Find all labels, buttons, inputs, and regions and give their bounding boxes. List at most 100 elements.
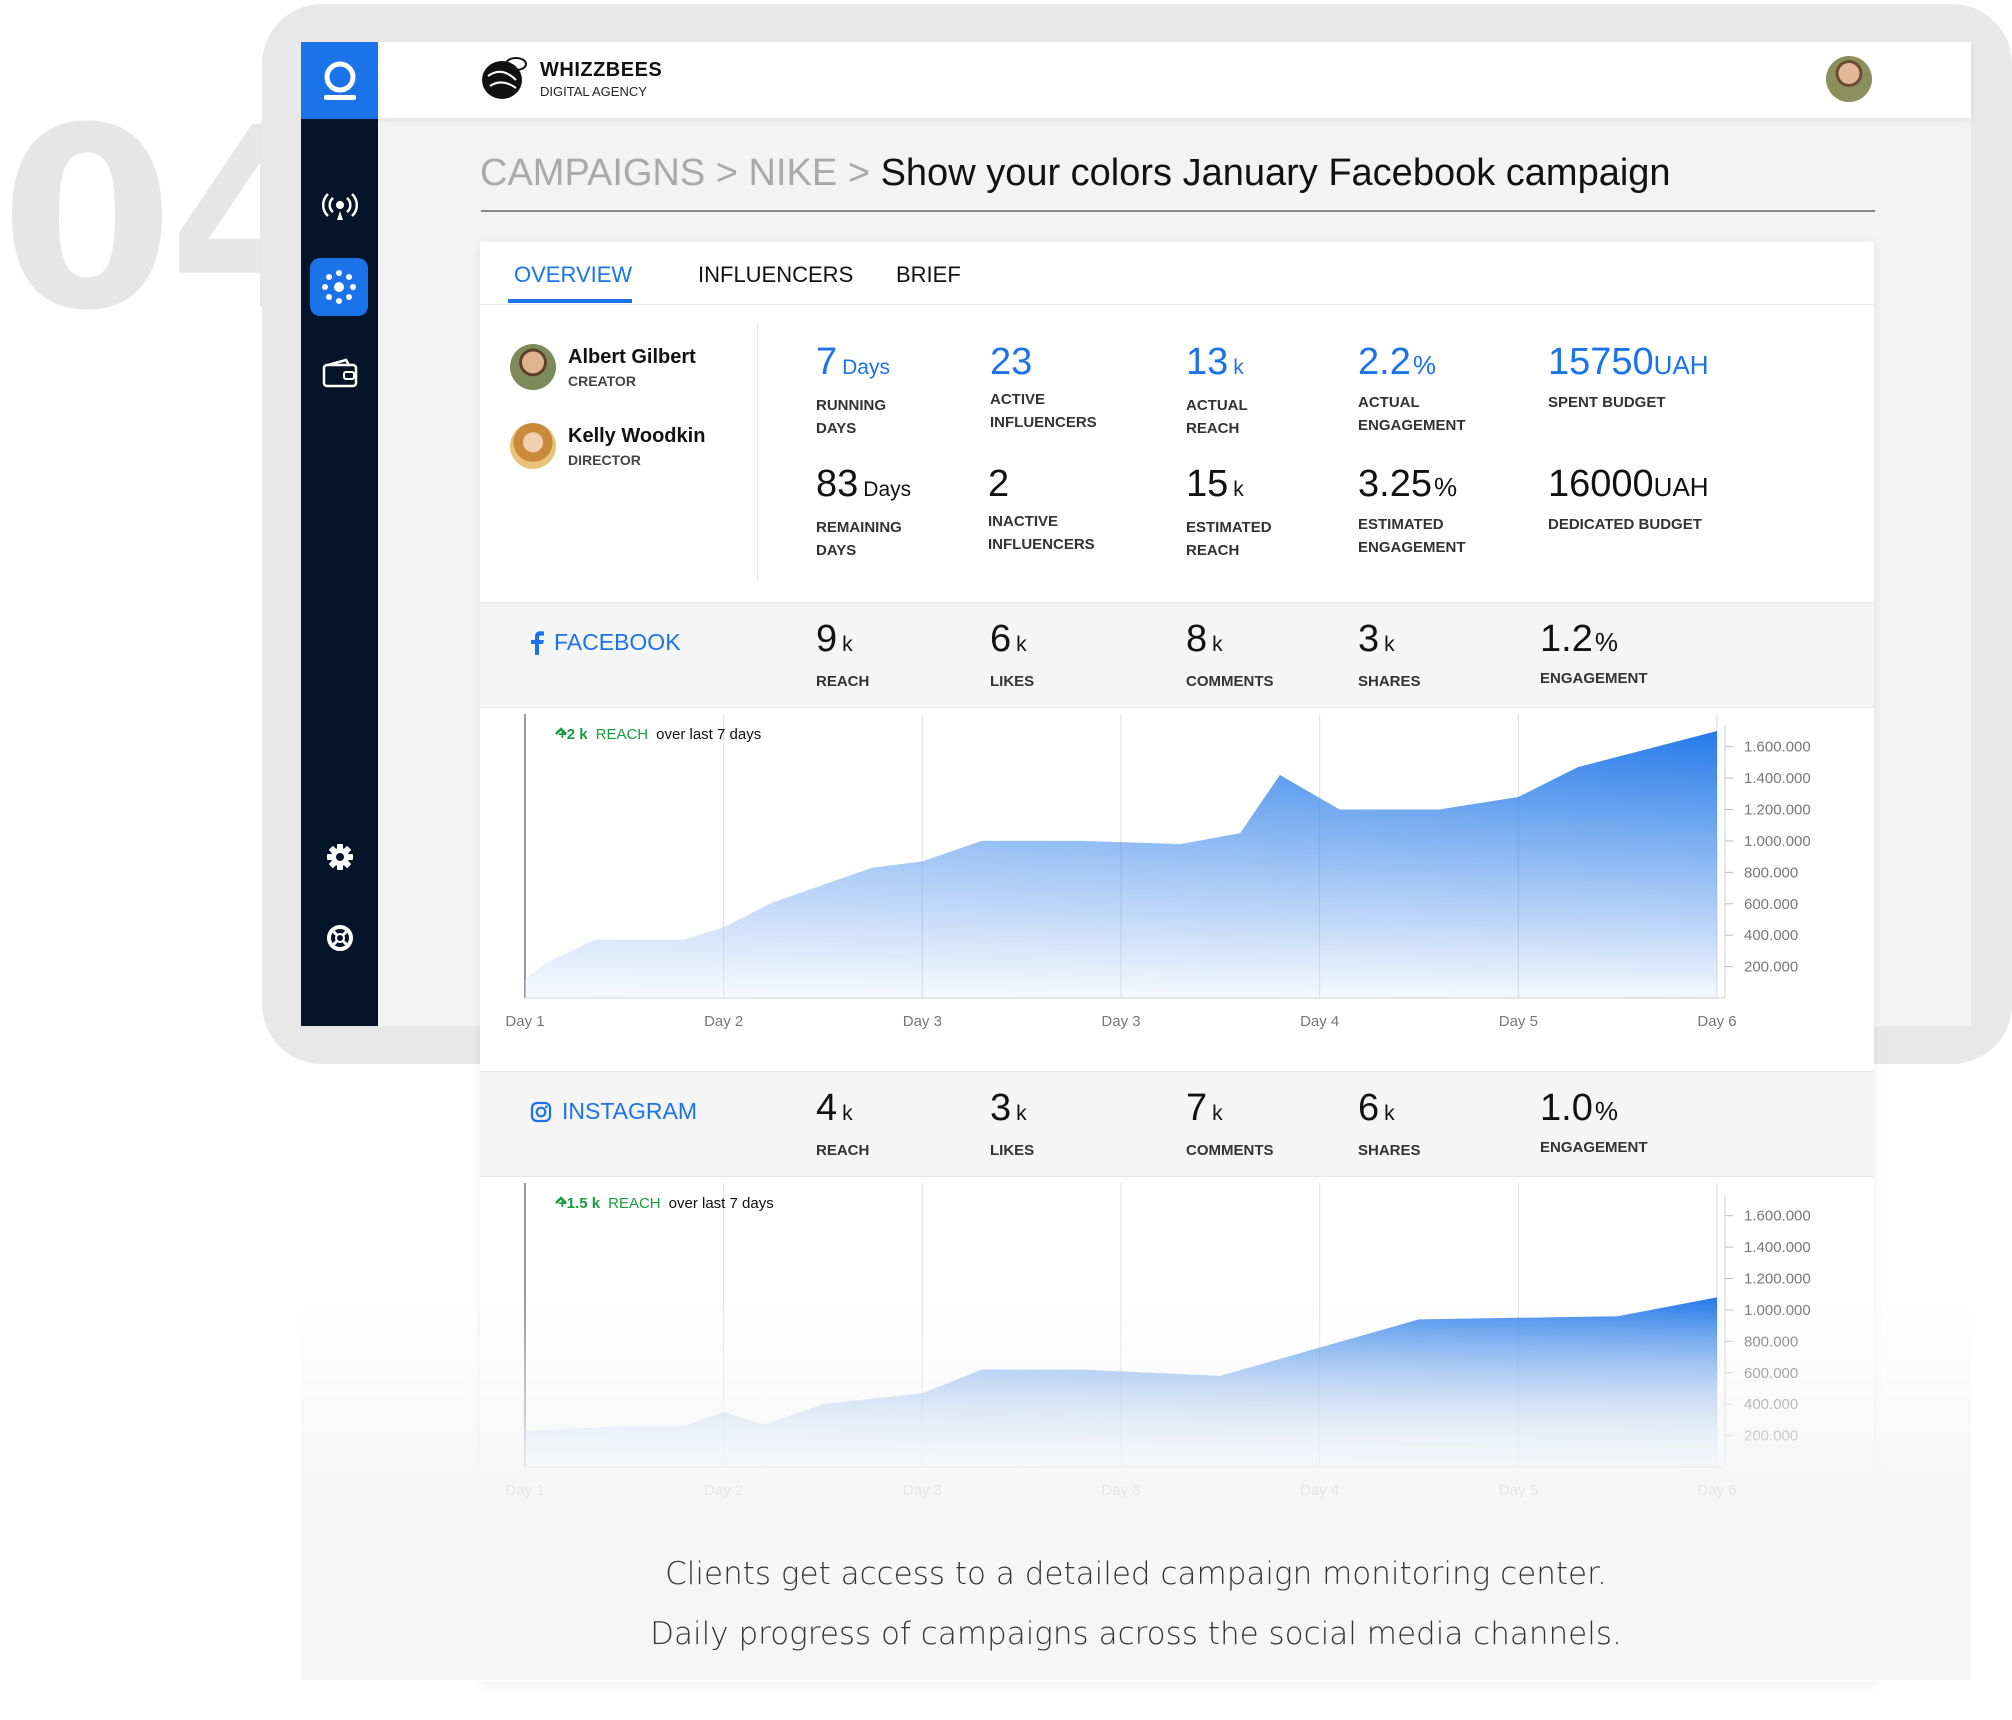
stat-unit: k: [1233, 478, 1244, 501]
stat-label: ACTUAL: [1358, 394, 1420, 411]
stat-value: 15750: [1548, 341, 1654, 383]
stat-unit: k: [1384, 1102, 1395, 1125]
stat-unit: Days: [863, 478, 912, 501]
caption-line-1: Clients get access to a detailed campaig…: [665, 1556, 1607, 1592]
stat-value: 4: [816, 1087, 838, 1129]
stat-label: ENGAGEMENT: [1540, 670, 1648, 687]
tab-influencers[interactable]: INFLUENCERS: [698, 262, 853, 288]
fb-stat-engagement: 1.2% ENGAGEMENT: [1540, 619, 1648, 687]
area-chart-svg: Day 1 Day 2 Day 3 Day 3 Day 4 Day 5 Day 6 1.600…: [505, 714, 1811, 1030]
breadcrumb-campaigns[interactable]: CAMPAIGNS: [480, 152, 705, 194]
stat-value: 3: [990, 1087, 1012, 1129]
stat-label: ENGAGEMENT: [1358, 539, 1466, 556]
stat-actual-reach: 13 k ACTUAL REACH: [1186, 342, 1248, 440]
stat-value: 16000: [1548, 463, 1654, 505]
stat-value: 13: [1186, 341, 1229, 383]
stat-label: COMMENTS: [1186, 673, 1274, 690]
tab-brief[interactable]: BRIEF: [896, 262, 961, 288]
growth-metric: REACH: [608, 1195, 661, 1212]
stat-unit: UAH: [1653, 350, 1709, 380]
stat-unit: %: [1412, 350, 1436, 380]
y-tick-label: 600.000: [1744, 896, 1798, 913]
stat-label: ESTIMATED: [1358, 516, 1444, 533]
caption-line-2: Daily progress of campaigns across the s…: [650, 1616, 1622, 1652]
stat-unit: k: [1212, 633, 1223, 656]
user-avatar[interactable]: [1826, 56, 1872, 102]
stat-value: 1.2: [1540, 618, 1593, 660]
growth-metric: REACH: [595, 726, 649, 743]
breadcrumb-separator: >: [715, 152, 738, 194]
stat-value: 83: [816, 463, 859, 505]
stat-label: REACH: [816, 1142, 870, 1159]
stat-unit: k: [1233, 356, 1244, 379]
stat-value: 1.0: [1540, 1087, 1593, 1129]
brand-name: WHIZZBEES: [540, 59, 663, 81]
instagram-name: INSTAGRAM: [562, 1098, 698, 1124]
stat-label: DAYS: [816, 420, 857, 437]
stat-value: 7: [1186, 1087, 1208, 1129]
growth-text: over last 7 days: [656, 726, 762, 743]
bee-logo-icon: [482, 57, 527, 99]
stat-value: 15: [1186, 463, 1229, 505]
stat-running-days: 7 Days RUNNING DAYS: [816, 342, 890, 440]
settings-gear-icon[interactable]: [315, 832, 365, 882]
y-tick-label: 1.600.000: [1744, 1208, 1811, 1225]
x-tick-label: Day 3: [1101, 1013, 1140, 1030]
facebook-label[interactable]: FACEBOOK: [530, 629, 681, 656]
stat-unit: k: [1384, 633, 1395, 656]
stat-label: SHARES: [1358, 673, 1421, 690]
stat-value: 3: [1358, 618, 1380, 660]
y-tick-label: 1.600.000: [1744, 739, 1811, 756]
y-tick-label: 1.200.000: [1744, 1271, 1811, 1288]
stat-label: ESTIMATED: [1186, 519, 1272, 536]
x-tick-label: Day 4: [1300, 1013, 1339, 1030]
stat-label: REACH: [1186, 542, 1240, 559]
person-director: Kelly Woodkin DIRECTOR: [510, 423, 705, 469]
stat-label: LIKES: [990, 1142, 1035, 1159]
stat-label: ENGAGEMENT: [1540, 1139, 1648, 1156]
stat-unit: %: [1594, 627, 1618, 657]
stat-label: INFLUENCERS: [988, 536, 1095, 553]
stat-label: INACTIVE: [988, 513, 1059, 530]
breadcrumb-nike[interactable]: NIKE: [749, 152, 838, 194]
stat-label: INFLUENCERS: [990, 414, 1097, 431]
brand-subtitle: DIGITAL AGENCY: [540, 84, 647, 99]
stat-remaining-days: 83 Days REMAINING DAYS: [816, 464, 911, 562]
y-tick-label: 200.000: [1744, 959, 1798, 976]
up-arrow-icon: [555, 1196, 567, 1204]
stat-label: DEDICATED BUDGET: [1548, 516, 1702, 533]
ig-stat-engagement: 1.0% ENGAGEMENT: [1540, 1088, 1648, 1156]
campaigns-icon[interactable]: [310, 258, 368, 316]
stat-estimated-engagement: 3.25% ESTIMATED ENGAGEMENT: [1358, 464, 1466, 559]
stat-value: 6: [990, 618, 1012, 660]
up-arrow-icon: [555, 727, 567, 735]
stat-unit: k: [1016, 633, 1027, 656]
avatar: [510, 344, 556, 390]
stat-label: DAYS: [816, 542, 857, 559]
brand-logo[interactable]: WHIZZBEES DIGITAL AGENCY: [478, 54, 662, 104]
stat-unit: UAH: [1653, 472, 1709, 502]
facebook-name: FACEBOOK: [554, 629, 681, 655]
app-logo[interactable]: [301, 42, 378, 119]
help-lifebuoy-icon[interactable]: [315, 913, 365, 963]
stat-inactive-influencers: 2 INACTIVE INFLUENCERS: [988, 464, 1095, 556]
instagram-summary: INSTAGRAM 4k REACH 3k LIKES 7k COMMENTS …: [480, 1071, 1874, 1177]
broadcast-icon[interactable]: [315, 182, 365, 232]
wallet-icon[interactable]: [315, 348, 365, 398]
breadcrumb: CAMPAIGNS > NIKE > Show your colors Janu…: [480, 152, 1671, 195]
active-tab-indicator: [508, 299, 632, 303]
y-tick-label: 1.200.000: [1744, 802, 1811, 819]
avatar: [510, 423, 556, 469]
x-tick-label: Day 2: [704, 1013, 743, 1030]
stat-label: RUNNING: [816, 397, 886, 414]
stat-label: ACTUAL: [1186, 397, 1248, 414]
fb-stat-likes: 6k LIKES: [990, 619, 1034, 690]
stat-value: 2.2: [1358, 341, 1411, 383]
tab-overview[interactable]: OVERVIEW: [514, 262, 632, 288]
stat-active-influencers: 23 ACTIVE INFLUENCERS: [990, 342, 1097, 434]
person-creator: Albert Gilbert CREATOR: [510, 344, 696, 390]
stat-label: COMMENTS: [1186, 1142, 1274, 1159]
stat-unit: %: [1433, 472, 1458, 502]
growth-text: over last 7 days: [668, 1195, 774, 1212]
instagram-label[interactable]: INSTAGRAM: [530, 1098, 697, 1125]
